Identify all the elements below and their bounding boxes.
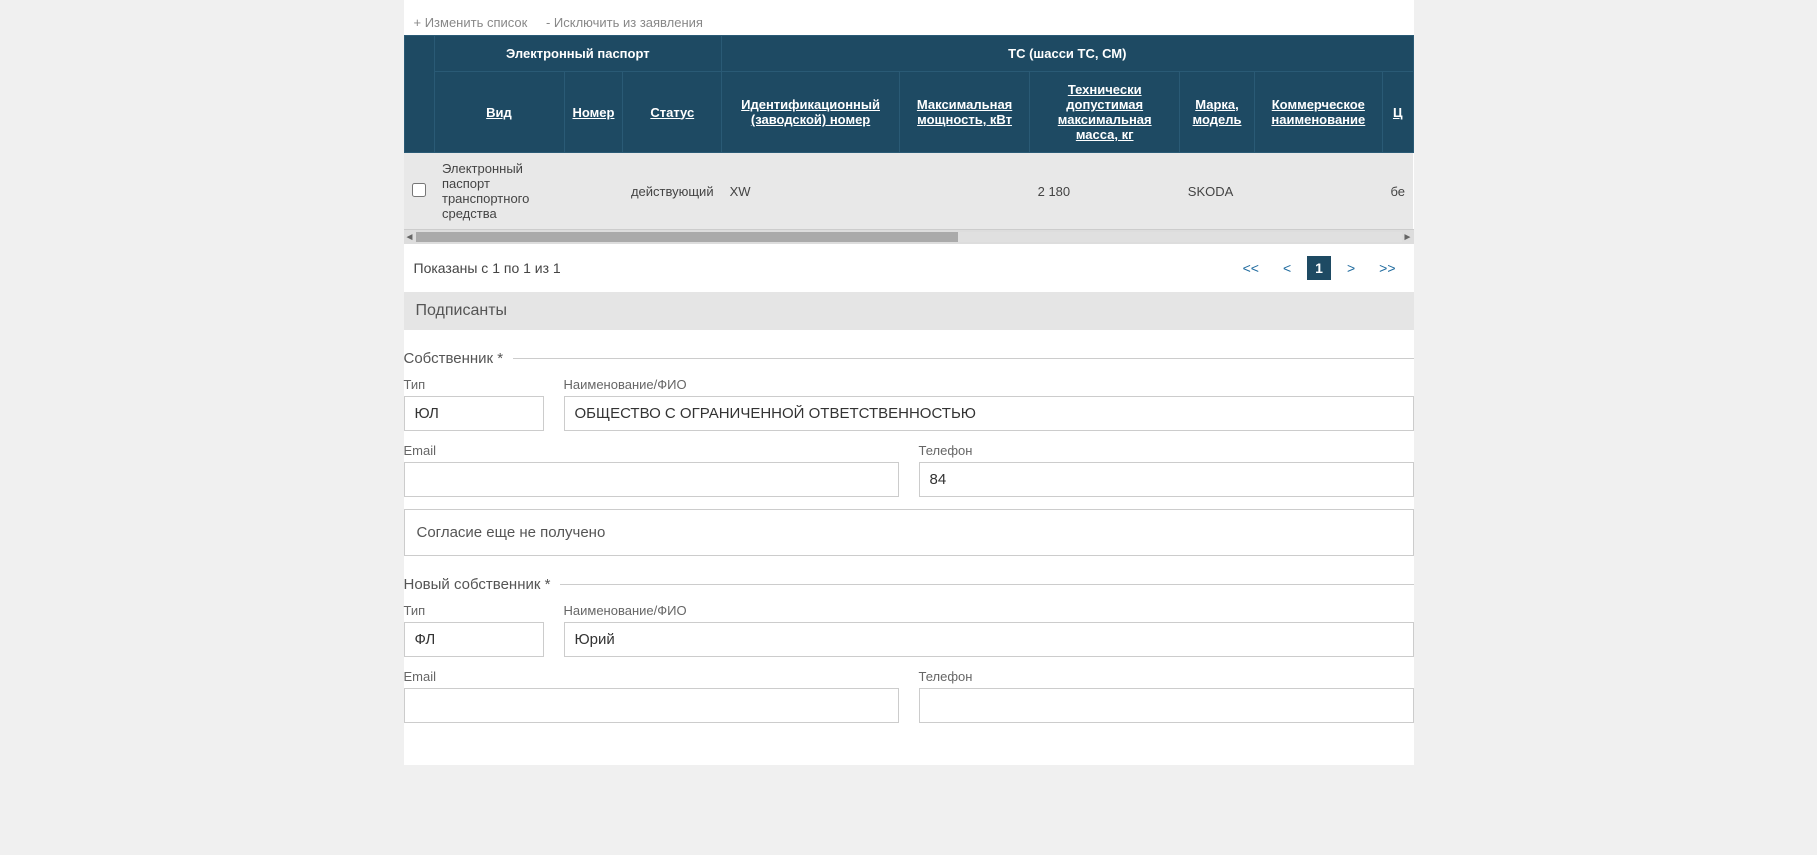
cell-number [564, 153, 623, 230]
new-owner-phone-input[interactable] [919, 688, 1414, 723]
owner-phone-label: Телефон [919, 443, 1414, 458]
pagination-info: Показаны с 1 по 1 из 1 [414, 260, 561, 276]
cell-commercial [1254, 153, 1382, 230]
owner-legend: Собственник * [404, 350, 504, 367]
row-checkbox[interactable] [412, 183, 426, 197]
change-list-action[interactable]: + Изменить список [414, 15, 528, 30]
page-current[interactable]: 1 [1307, 256, 1331, 280]
col-checkbox [404, 36, 434, 153]
page-next[interactable]: > [1339, 256, 1363, 280]
table-wrapper: Электронный паспорт ТС (шасси ТС, СМ) Ви… [404, 35, 1414, 230]
col-group-vehicle: ТС (шасси ТС, СМ) [722, 36, 1413, 72]
cell-type: Электронный паспорт транспортного средст… [434, 153, 564, 230]
cell-id-number: XW [722, 153, 900, 230]
cell-brand: SKODA [1180, 153, 1254, 230]
table-actions: + Изменить список - Исключить из заявлен… [404, 10, 1414, 35]
pagination: << < 1 > >> [1235, 256, 1404, 280]
page-first[interactable]: << [1235, 256, 1267, 280]
col-max-power[interactable]: Максимальная мощность, кВт [900, 72, 1030, 153]
page-prev[interactable]: < [1275, 256, 1299, 280]
horizontal-scrollbar[interactable]: ◄ ► [404, 230, 1414, 244]
col-extra[interactable]: Ц [1382, 72, 1413, 153]
table-row: Электронный паспорт транспортного средст… [404, 153, 1413, 230]
new-owner-type-input[interactable] [404, 622, 544, 657]
col-group-passport: Электронный паспорт [434, 36, 722, 72]
new-owner-email-input[interactable] [404, 688, 899, 723]
cell-max-mass: 2 180 [1030, 153, 1180, 230]
new-owner-email-label: Email [404, 669, 899, 684]
col-type[interactable]: Вид [434, 72, 564, 153]
owner-consent-status: Согласие еще не получено [404, 509, 1414, 556]
col-status[interactable]: Статус [623, 72, 722, 153]
owner-email-label: Email [404, 443, 899, 458]
new-owner-name-label: Наименование/ФИО [564, 603, 1414, 618]
cell-extra: бе [1382, 153, 1413, 230]
col-number[interactable]: Номер [564, 72, 623, 153]
new-owner-name-input[interactable] [564, 622, 1414, 657]
new-owner-phone-label: Телефон [919, 669, 1414, 684]
scroll-right-icon[interactable]: ► [1402, 232, 1414, 243]
col-id-number[interactable]: Идентификационный (заводской) номер [722, 72, 900, 153]
col-brand[interactable]: Марка, модель [1180, 72, 1254, 153]
cell-max-power [900, 153, 1030, 230]
owner-name-input[interactable] [564, 396, 1414, 431]
new-owner-type-label: Тип [404, 603, 544, 618]
page-last[interactable]: >> [1371, 256, 1403, 280]
section-signers: Подписанты [404, 292, 1414, 330]
col-commercial[interactable]: Коммерческое наименование [1254, 72, 1382, 153]
owner-phone-input[interactable] [919, 462, 1414, 497]
col-max-mass[interactable]: Технически допустимая максимальная масса… [1030, 72, 1180, 153]
scroll-left-icon[interactable]: ◄ [404, 232, 416, 243]
owner-type-input[interactable] [404, 396, 544, 431]
owner-name-label: Наименование/ФИО [564, 377, 1414, 392]
new-owner-legend: Новый собственник * [404, 576, 551, 593]
exclude-action[interactable]: - Исключить из заявления [546, 15, 703, 30]
vehicle-table: Электронный паспорт ТС (шасси ТС, СМ) Ви… [404, 35, 1414, 229]
owner-type-label: Тип [404, 377, 544, 392]
owner-email-input[interactable] [404, 462, 899, 497]
cell-status: действующий [623, 153, 722, 230]
